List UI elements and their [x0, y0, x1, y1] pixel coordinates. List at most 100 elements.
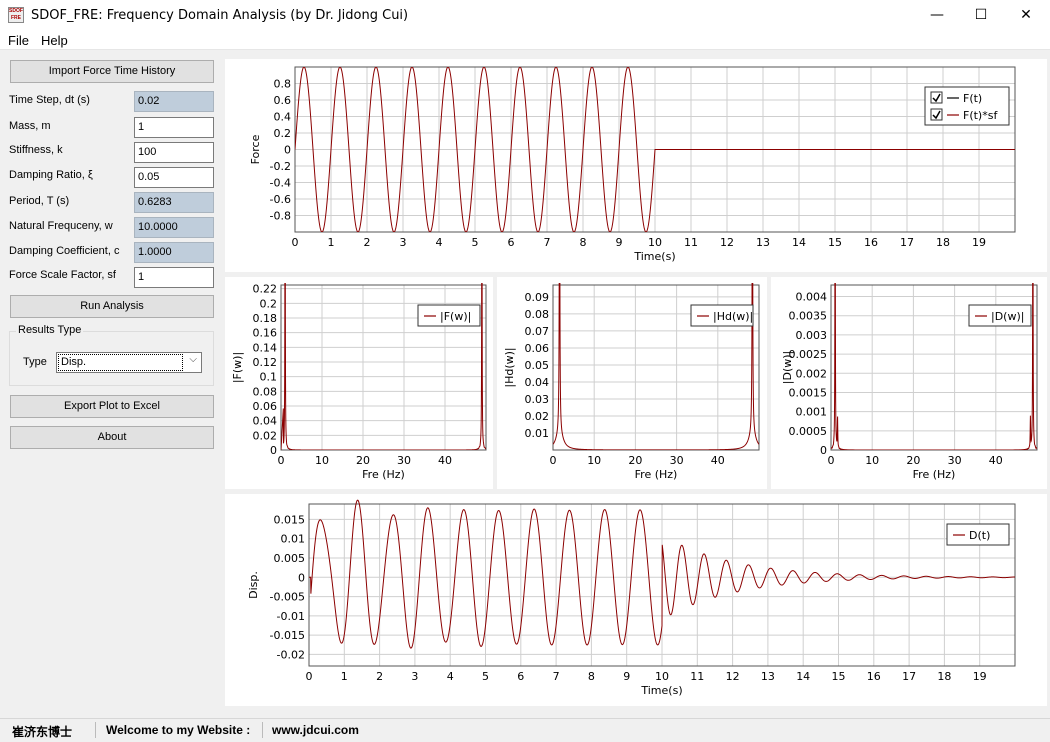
- export-excel-button[interactable]: Export Plot to Excel: [10, 395, 214, 418]
- x-tick-label: 0: [278, 454, 285, 467]
- y-tick-label: 0.12: [253, 356, 278, 369]
- force-chart-panel: 0 1 2 3 4 5 6 7 8 9 10 11 12 13 14 15 16 17 18 19 -0.8 -0.6 -0…: [225, 59, 1047, 272]
- y-tick-label: 0.1: [260, 371, 278, 384]
- param-label-damping-ratio: Damping Ratio, ξ: [9, 169, 93, 181]
- close-button[interactable]: ✕: [1003, 0, 1049, 31]
- status-welcome: Welcome to my Website :: [106, 723, 251, 737]
- x-tick-label: 40: [711, 454, 725, 467]
- x-tick-label: 10: [655, 670, 669, 683]
- x-tick-label: 20: [628, 454, 642, 467]
- menu-help[interactable]: Help: [41, 33, 68, 48]
- chevron-down-icon[interactable]: ⌵: [189, 354, 197, 365]
- x-tick-label: 10: [315, 454, 329, 467]
- force-scale-field[interactable]: 1: [134, 267, 214, 288]
- legend-label: |D(w)|: [991, 310, 1024, 323]
- run-analysis-button[interactable]: Run Analysis: [10, 295, 214, 318]
- x-tick-label: 20: [356, 454, 370, 467]
- transfer-function-chart: 0 10 20 30 40 0.01 0.02 0.03 0.04 0.05 0.06 0.07 0.0…: [503, 283, 760, 481]
- disp-spectrum-chart: 0 10 20 30 40 0 0.0005 0.001 0.0015 0.002 0.0025 0.…: [781, 283, 1038, 481]
- maximize-button[interactable]: ☐: [958, 0, 1004, 31]
- y-tick-label: 0.03: [525, 393, 550, 406]
- y-tick-label: 0: [820, 444, 827, 457]
- x-tick-label: 10: [587, 454, 601, 467]
- x-tick-label: 13: [756, 236, 770, 249]
- damping-ratio-field[interactable]: 0.05: [134, 167, 214, 188]
- x-tick-label: 6: [508, 236, 515, 249]
- stiffness-field[interactable]: 100: [134, 142, 214, 163]
- x-tick-label: 2: [376, 670, 383, 683]
- mass-field[interactable]: 1: [134, 117, 214, 138]
- y-tick-label: 0.0035: [789, 310, 828, 323]
- x-tick-label: 3: [411, 670, 418, 683]
- about-button[interactable]: About: [10, 426, 214, 449]
- x-axis-label: Time(s): [640, 684, 682, 697]
- y-tick-label: 0.22: [253, 283, 278, 296]
- menu-file[interactable]: File: [8, 33, 29, 48]
- minimize-button[interactable]: —: [914, 0, 960, 31]
- legend-label: F(t)*sf: [963, 109, 998, 122]
- y-tick-label: 0.2: [274, 127, 292, 140]
- x-axis-label: Fre (Hz): [362, 468, 405, 481]
- y-tick-label: 0.08: [253, 385, 278, 398]
- y-axis-label: Disp.: [247, 571, 260, 599]
- y-tick-label: 0.005: [274, 552, 306, 565]
- x-tick-label: 9: [623, 670, 630, 683]
- legend-label: D(t): [969, 529, 990, 542]
- damping-coefficient-field[interactable]: 1.0000: [134, 242, 214, 263]
- y-tick-label: -0.4: [270, 177, 291, 190]
- import-force-button[interactable]: Import Force Time History: [10, 60, 214, 83]
- y-tick-label: 0.07: [525, 325, 550, 338]
- status-divider: [262, 722, 263, 738]
- x-tick-label: 30: [670, 454, 684, 467]
- disp-spectrum-panel: 0 10 20 30 40 0 0.0005 0.001 0.0015 0.002 0.0025 0.…: [771, 277, 1047, 489]
- status-bar: 崔济东博士 Welcome to my Website : www.jdcui.…: [0, 718, 1050, 742]
- x-tick-label: 0: [828, 454, 835, 467]
- x-tick-label: 8: [588, 670, 595, 683]
- natural-frequency-field[interactable]: 10.0000: [134, 217, 214, 238]
- type-dropdown[interactable]: Disp. ⌵: [56, 352, 202, 373]
- x-tick-label: 5: [482, 670, 489, 683]
- x-tick-label: 0: [306, 670, 313, 683]
- x-tick-label: 10: [648, 236, 662, 249]
- results-type-group: Results Type Type Disp. ⌵: [9, 324, 214, 386]
- status-divider: [95, 722, 96, 738]
- y-tick-label: 0.002: [796, 367, 828, 380]
- x-tick-label: 17: [900, 236, 914, 249]
- x-tick-label: 9: [616, 236, 623, 249]
- y-tick-label: 0.18: [253, 312, 278, 325]
- y-tick-label: 0.06: [525, 342, 550, 355]
- y-tick-label: 0.02: [525, 410, 550, 423]
- period-field[interactable]: 0.6283: [134, 192, 214, 213]
- y-tick-label: 0.16: [253, 327, 278, 340]
- x-tick-label: 18: [936, 236, 950, 249]
- status-website-link[interactable]: www.jdcui.com: [272, 723, 359, 737]
- x-tick-label: 30: [397, 454, 411, 467]
- x-tick-label: 3: [400, 236, 407, 249]
- x-axis-label: Fre (Hz): [635, 468, 678, 481]
- x-tick-label: 4: [436, 236, 443, 249]
- param-label-mass: Mass, m: [9, 120, 51, 132]
- x-tick-label: 0: [550, 454, 557, 467]
- force-spectrum-panel: 0 10 20 30 40 0 0.02 0.04 0.06 0.08 0.1 0.12 0.14 0.1…: [225, 277, 493, 489]
- x-tick-label: 40: [438, 454, 452, 467]
- y-tick-label: 0.6: [274, 94, 292, 107]
- disp-time-panel: 0 1 2 3 4 5 6 7 8 9 10 11 12 13 14 15 16 17 18 19 -0.02 -0.01…: [225, 494, 1047, 706]
- title-bar: SDOF FRE SDOF_FRE: Frequency Domain Anal…: [0, 0, 1050, 31]
- legend-label: |Hd(w)|: [713, 310, 753, 323]
- type-label: Type: [23, 356, 47, 368]
- x-tick-label: 16: [864, 236, 878, 249]
- x-tick-label: 20: [906, 454, 920, 467]
- y-tick-label: 0.004: [796, 291, 828, 304]
- y-tick-label: 0.0005: [789, 425, 828, 438]
- y-tick-label: 0.04: [253, 415, 278, 428]
- x-tick-label: 14: [796, 670, 810, 683]
- y-tick-label: -0.01: [277, 610, 305, 623]
- parameter-panel: Import Force Time History Time Step, dt …: [0, 50, 222, 718]
- dt-field[interactable]: 0.02: [134, 91, 214, 112]
- x-tick-label: 11: [690, 670, 704, 683]
- y-tick-label: 0.04: [525, 376, 550, 389]
- x-axis-label: Time(s): [633, 250, 675, 263]
- y-tick-label: 0: [284, 144, 291, 157]
- x-tick-label: 0: [292, 236, 299, 249]
- y-tick-label: 0.01: [281, 533, 306, 546]
